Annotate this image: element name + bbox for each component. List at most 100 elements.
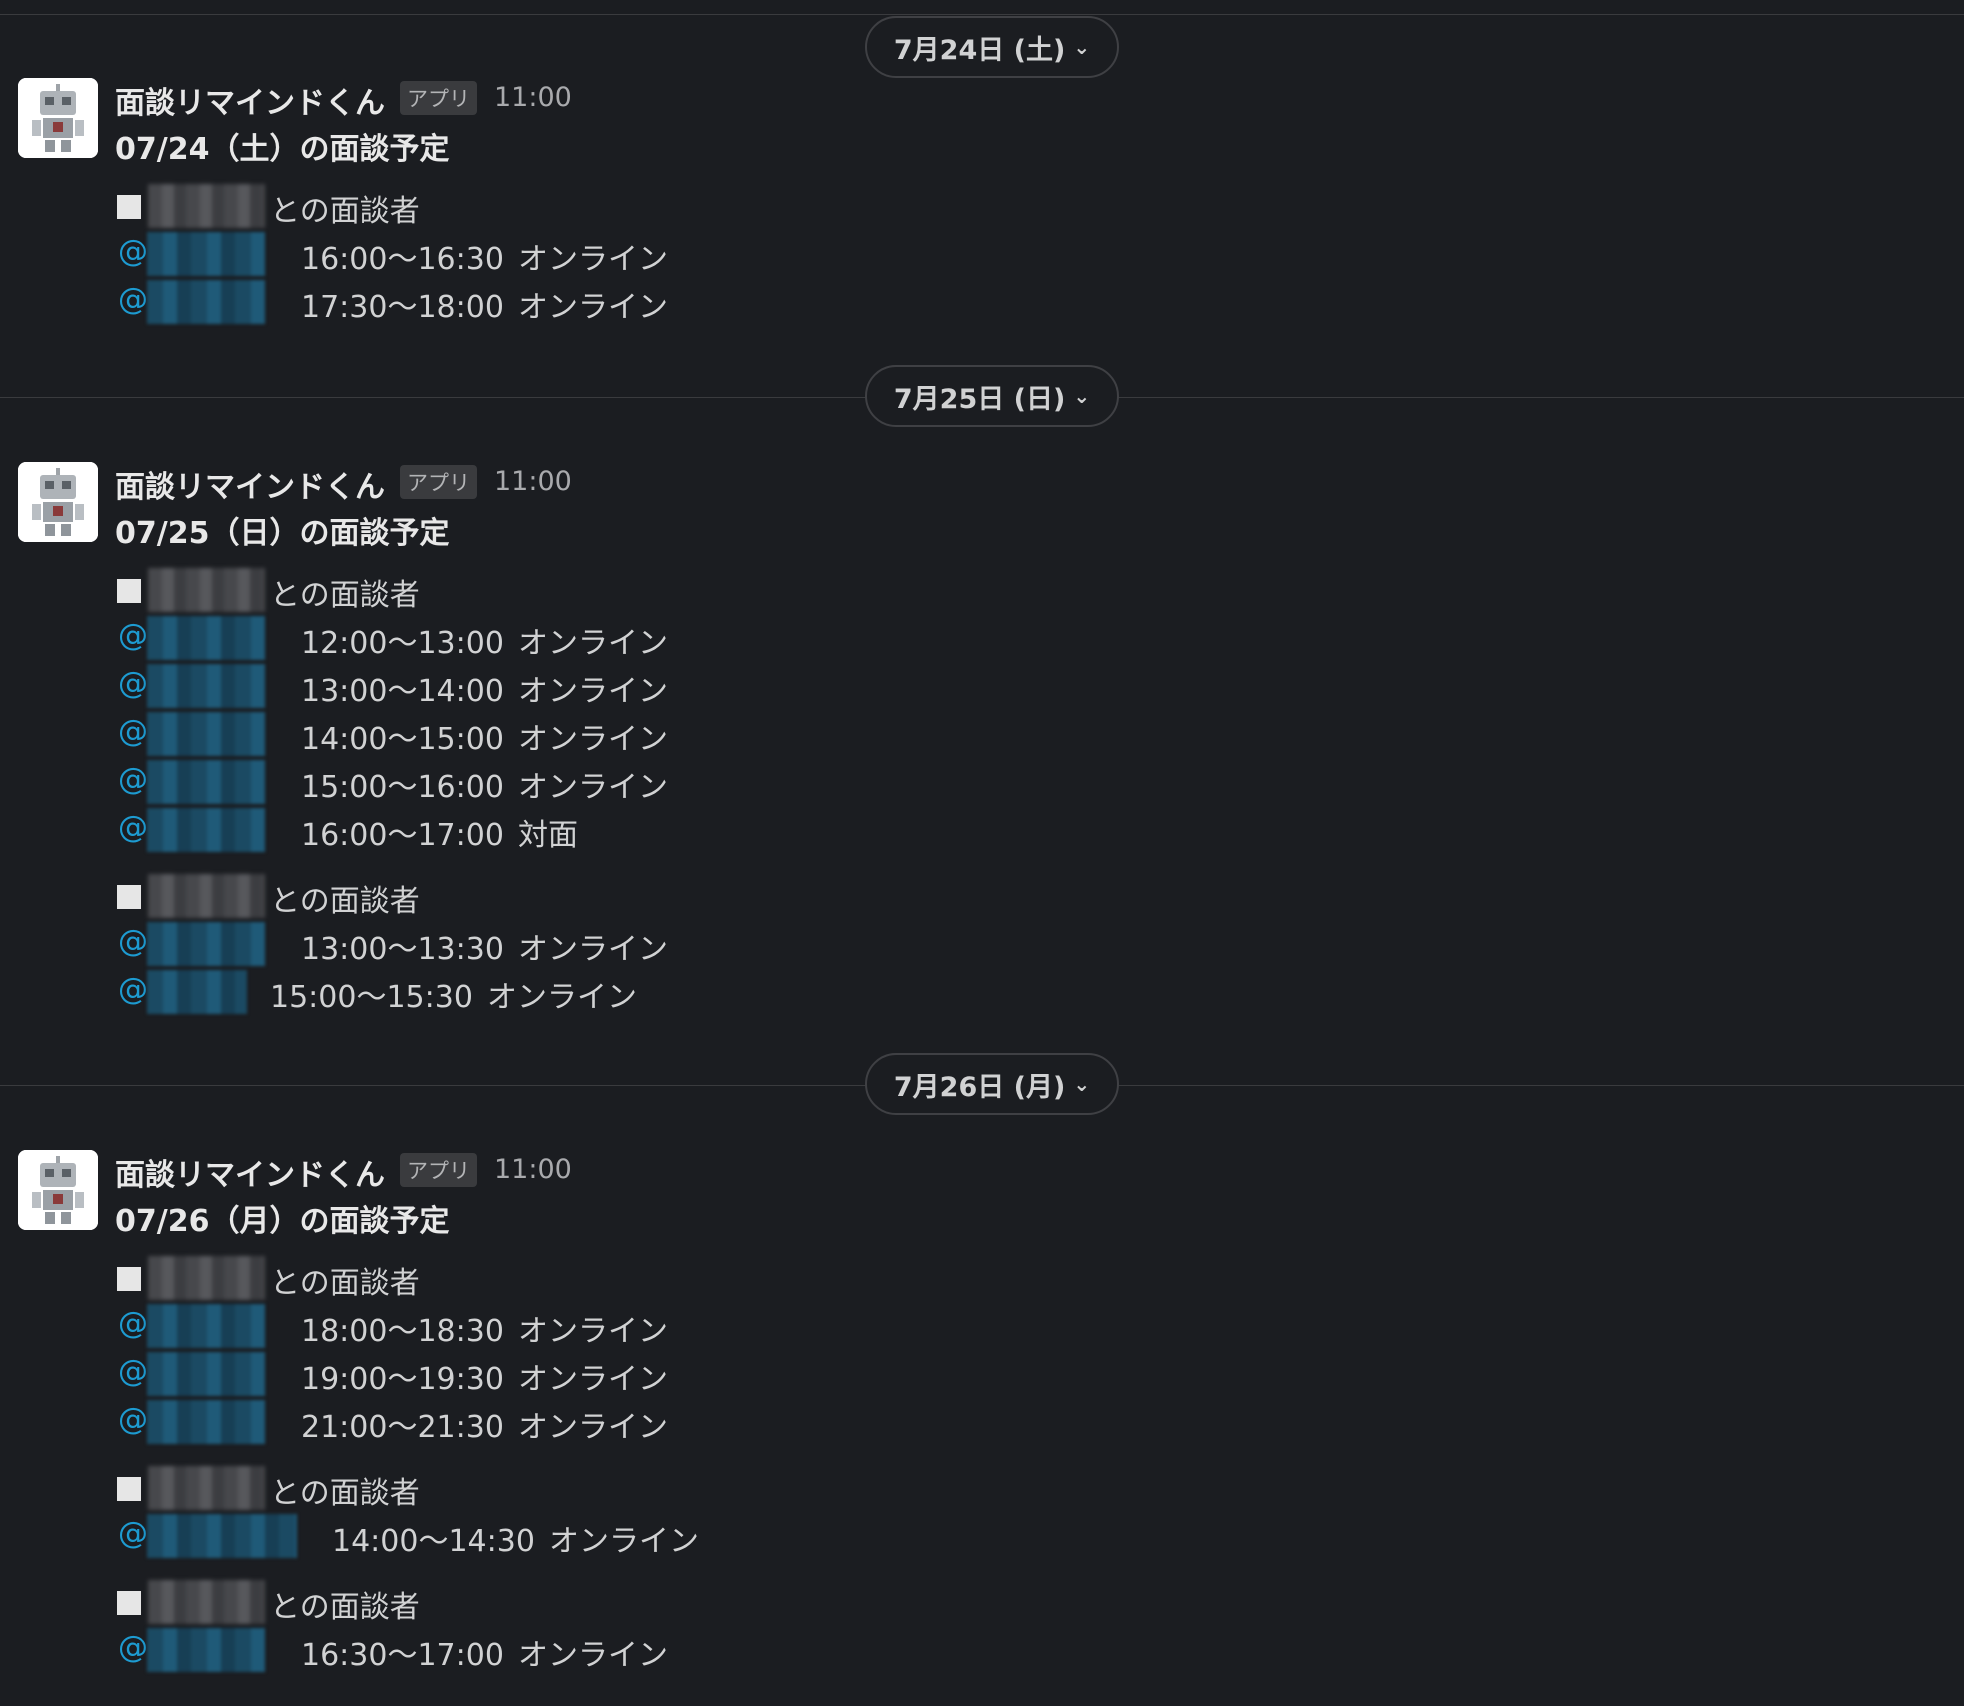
message-subject: 07/24（土）の面談予定 [115, 132, 450, 167]
meeting-place: オンライン [518, 1362, 668, 1397]
redacted-mention[interactable] [147, 1628, 265, 1672]
host-suffix: との面談者 [270, 884, 420, 919]
divider-line [0, 14, 1964, 15]
mention-link[interactable]: @ [118, 618, 148, 653]
mention-link[interactable]: @ [118, 234, 148, 269]
time-slot: 14:00〜15:00 [301, 722, 504, 757]
meeting-place: オンライン [518, 722, 668, 757]
message-subject: 07/25（日）の面談予定 [115, 516, 450, 551]
square-bullet-icon [117, 885, 141, 909]
redacted-mention[interactable] [147, 280, 265, 324]
host-suffix: との面談者 [270, 1266, 420, 1301]
chevron-down-icon: ⌄ [1073, 384, 1091, 408]
redacted-name [148, 1466, 265, 1510]
meeting-place: オンライン [518, 626, 668, 661]
time-slot: 19:00〜19:30 [301, 1362, 504, 1397]
sender-name[interactable]: 面談リマインドくん [115, 78, 385, 122]
avatar[interactable] [18, 1150, 98, 1230]
chevron-down-icon: ⌄ [1073, 35, 1091, 59]
redacted-name [148, 568, 265, 612]
timestamp[interactable]: 11:00 [494, 1154, 572, 1185]
redacted-mention[interactable] [147, 970, 247, 1014]
avatar[interactable] [18, 78, 98, 158]
message-subject: 07/26（月）の面談予定 [115, 1204, 450, 1239]
meeting-place: オンライン [518, 1638, 668, 1673]
timestamp[interactable]: 11:00 [494, 82, 572, 113]
mention-link[interactable]: @ [118, 666, 148, 701]
robot-icon [18, 78, 98, 158]
meeting-place: オンライン [518, 1314, 668, 1349]
redacted-mention[interactable] [147, 1400, 265, 1444]
meeting-place: オンライン [518, 770, 668, 805]
sender-name[interactable]: 面談リマインドくん [115, 462, 385, 506]
time-slot: 18:00〜18:30 [301, 1314, 504, 1349]
time-slot: 16:00〜16:30 [301, 242, 504, 277]
mention-link[interactable]: @ [118, 810, 148, 845]
square-bullet-icon [117, 1267, 141, 1291]
app-badge: アプリ [400, 81, 477, 115]
square-bullet-icon [117, 1591, 141, 1615]
redacted-mention[interactable] [147, 232, 265, 276]
time-slot: 14:00〜14:30 [332, 1524, 535, 1559]
mention-link[interactable]: @ [118, 924, 148, 959]
redacted-name [148, 184, 265, 228]
mention-link[interactable]: @ [118, 1306, 148, 1341]
time-slot: 12:00〜13:00 [301, 626, 504, 661]
robot-icon [18, 1150, 98, 1230]
host-suffix: との面談者 [270, 1476, 420, 1511]
date-jump-button[interactable]: 7月24日 (土) ⌄ [865, 16, 1119, 78]
time-slot: 13:00〜13:30 [301, 932, 504, 967]
redacted-mention[interactable] [147, 1304, 265, 1348]
date-label: 7月25日 (日) [893, 383, 1066, 415]
mention-link[interactable]: @ [118, 762, 148, 797]
redacted-mention[interactable] [147, 616, 265, 660]
time-slot: 15:00〜16:00 [301, 770, 504, 805]
redacted-mention[interactable] [147, 808, 265, 852]
app-badge: アプリ [400, 1153, 477, 1187]
time-slot: 16:30〜17:00 [301, 1638, 504, 1673]
time-slot: 15:00〜15:30 [270, 980, 473, 1015]
mention-link[interactable]: @ [118, 972, 148, 1007]
time-slot: 21:00〜21:30 [301, 1410, 504, 1445]
time-slot: 17:30〜18:00 [301, 290, 504, 325]
date-jump-button[interactable]: 7月26日 (月) ⌄ [865, 1053, 1119, 1115]
chevron-down-icon: ⌄ [1073, 1072, 1091, 1096]
redacted-name [148, 1580, 265, 1624]
meeting-place: 対面 [518, 818, 578, 853]
redacted-name [148, 874, 265, 918]
meeting-place: オンライン [518, 932, 668, 967]
app-badge: アプリ [400, 465, 477, 499]
date-jump-button[interactable]: 7月25日 (日) ⌄ [865, 365, 1119, 427]
robot-icon [18, 462, 98, 542]
date-label: 7月26日 (月) [893, 1071, 1066, 1103]
redacted-mention[interactable] [147, 922, 265, 966]
avatar[interactable] [18, 462, 98, 542]
redacted-mention[interactable] [147, 1352, 265, 1396]
time-slot: 16:00〜17:00 [301, 818, 504, 853]
host-suffix: との面談者 [270, 578, 420, 613]
mention-link[interactable]: @ [118, 1354, 148, 1389]
square-bullet-icon [117, 579, 141, 603]
square-bullet-icon [117, 1477, 141, 1501]
host-suffix: との面談者 [270, 1590, 420, 1625]
timestamp[interactable]: 11:00 [494, 466, 572, 497]
meeting-place: オンライン [518, 290, 668, 325]
mention-link[interactable]: @ [118, 714, 148, 749]
time-slot: 13:00〜14:00 [301, 674, 504, 709]
redacted-mention[interactable] [147, 1514, 297, 1558]
meeting-place: オンライン [518, 1410, 668, 1445]
meeting-place: オンライン [549, 1524, 699, 1559]
square-bullet-icon [117, 195, 141, 219]
meeting-place: オンライン [487, 980, 637, 1015]
redacted-name [148, 1256, 265, 1300]
date-label: 7月24日 (土) [893, 34, 1066, 66]
redacted-mention[interactable] [147, 664, 265, 708]
mention-link[interactable]: @ [118, 1630, 148, 1665]
redacted-mention[interactable] [147, 760, 265, 804]
mention-link[interactable]: @ [118, 282, 148, 317]
mention-link[interactable]: @ [118, 1516, 148, 1551]
meeting-place: オンライン [518, 242, 668, 277]
mention-link[interactable]: @ [118, 1402, 148, 1437]
redacted-mention[interactable] [147, 712, 265, 756]
sender-name[interactable]: 面談リマインドくん [115, 1150, 385, 1194]
